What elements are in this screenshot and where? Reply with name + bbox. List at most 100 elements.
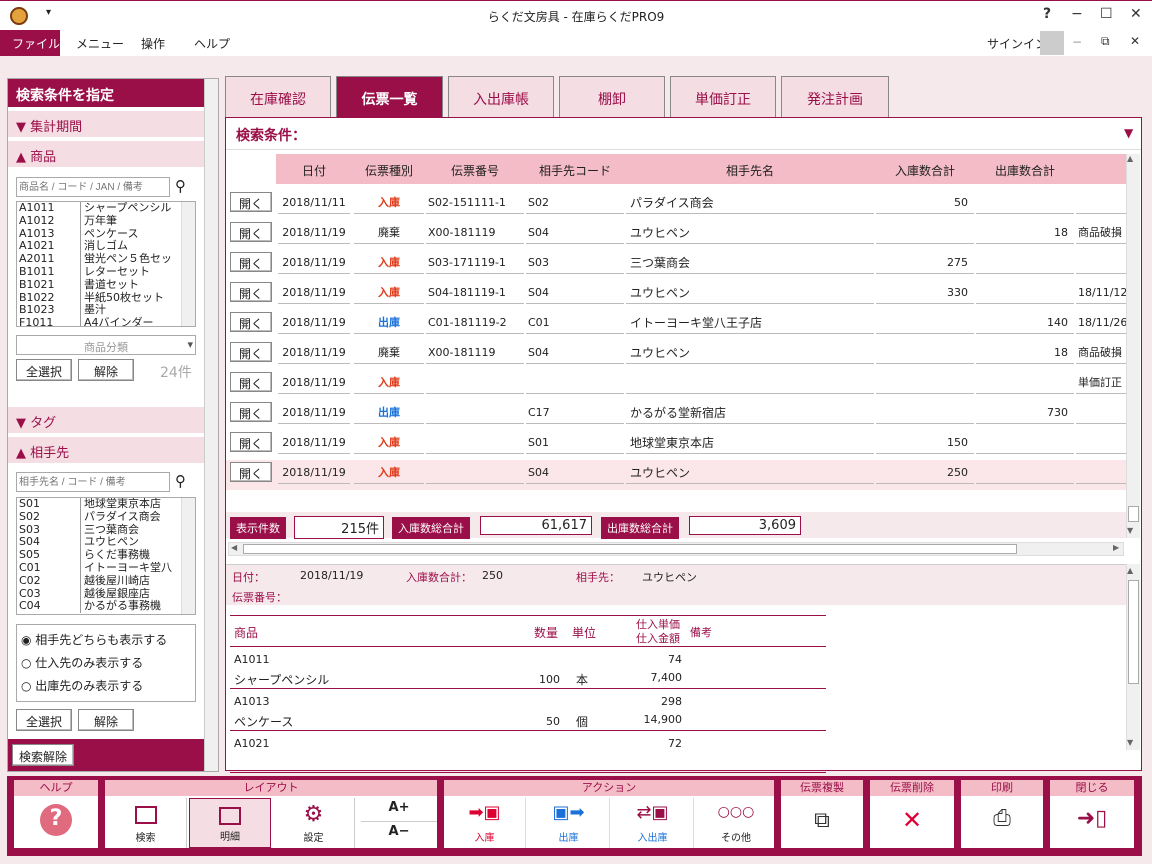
partner-list-item[interactable]: S02 パラダイス商会: [17, 510, 195, 524]
radio-customer[interactable]: ○ 出庫先のみ表示する: [21, 677, 143, 694]
product-list-scrollbar[interactable]: [181, 202, 195, 326]
partner-list[interactable]: S01 地球堂東京本店 S02 パラダイス商会 S03 三つ葉商会 S04 ユウヒペン S05 ら…: [16, 497, 196, 615]
minimize-button[interactable]: −: [1071, 6, 1083, 22]
grid-col-header[interactable]: 相手先名: [626, 162, 874, 179]
scroll-right-icon[interactable]: ▶: [1113, 543, 1119, 552]
partner-clear-button[interactable]: 解除: [78, 709, 134, 731]
grid-col-header[interactable]: 相手先コード: [526, 162, 624, 179]
tab-2[interactable]: 入出庫帳: [448, 76, 554, 117]
help-icon[interactable]: ?: [40, 804, 72, 836]
grid-col-header[interactable]: 伝票番号: [426, 162, 524, 179]
open-button[interactable]: 開く: [230, 372, 272, 392]
close-window-button[interactable]: ✕: [1130, 6, 1142, 22]
search-icon[interactable]: ⚲: [175, 472, 186, 490]
open-button[interactable]: 開く: [230, 342, 272, 362]
tab-0[interactable]: 在庫確認: [225, 76, 331, 117]
detail-line[interactable]: A1011 シャープペンシル 100 本 74 7,400: [230, 649, 826, 689]
open-button[interactable]: 開く: [230, 282, 272, 302]
menu-item-operation[interactable]: 操作: [141, 35, 165, 52]
grid-col-header[interactable]: 日付: [278, 162, 350, 179]
inout-button[interactable]: ⇄▣ 入出庫: [612, 798, 694, 848]
grid-col-header[interactable]: 入庫数合計: [876, 162, 974, 179]
other-button[interactable]: ○○○ その他: [696, 798, 776, 848]
open-button[interactable]: 開く: [230, 432, 272, 452]
tab-4[interactable]: 単価訂正: [670, 76, 776, 117]
scroll-down-icon[interactable]: ▼: [1127, 738, 1133, 747]
detail-line[interactable]: A1013 ペンケース 50 個 298 14,900: [230, 691, 826, 731]
open-button[interactable]: 開く: [230, 192, 272, 212]
grid-col-header[interactable]: 出庫数合計: [976, 162, 1074, 179]
scroll-left-icon[interactable]: ◀: [231, 543, 237, 552]
product-list-item[interactable]: B1021 書道セット: [17, 278, 195, 292]
open-button[interactable]: 開く: [230, 222, 272, 242]
out-button[interactable]: ▣➡ 出庫: [528, 798, 610, 848]
tab-3[interactable]: 棚卸: [559, 76, 665, 117]
table-row[interactable]: 開く 2018/11/11 入庫 S02-151111-1 S02 パラダイス商会 50: [226, 190, 1126, 220]
avatar[interactable]: [1040, 31, 1064, 55]
grid-hscroll[interactable]: ◀ ▶: [228, 542, 1124, 556]
table-row[interactable]: 開く 2018/11/19 入庫 単価訂正: [226, 370, 1126, 400]
section-tag[interactable]: ▼ タグ: [8, 407, 204, 433]
partner-list-scrollbar[interactable]: [181, 498, 195, 614]
section-product[interactable]: ▲ 商品: [8, 141, 204, 167]
search-condition-bar[interactable]: 検索条件： ▼: [226, 118, 1141, 150]
scroll-thumb[interactable]: [1128, 506, 1139, 522]
sidebar-scrollbar[interactable]: [204, 79, 218, 771]
product-list-item[interactable]: A1012 万年筆: [17, 214, 195, 228]
ribbon-close-icon[interactable]: ✕: [1130, 34, 1140, 48]
font-decrease-button[interactable]: A−: [361, 824, 437, 846]
copy-slip-icon[interactable]: ⧉: [814, 808, 830, 833]
tab-1[interactable]: 伝票一覧: [336, 76, 443, 117]
partner-list-item[interactable]: C01 イトーヨーキ堂八: [17, 561, 195, 575]
table-row[interactable]: 開く 2018/11/19 出庫 C01-181119-2 C01 イトーヨーキ堂八王子店…: [226, 310, 1126, 340]
detail-scroll-thumb[interactable]: [1128, 580, 1139, 684]
layout-detail-button[interactable]: 明細: [189, 798, 271, 848]
layout-search-button[interactable]: 検索: [105, 798, 187, 848]
printer-icon[interactable]: ⎙: [993, 806, 1011, 831]
partner-list-item[interactable]: C02 越後屋川崎店: [17, 574, 195, 588]
section-period[interactable]: ▼ 集計期間: [8, 111, 204, 137]
font-increase-button[interactable]: A+: [361, 800, 437, 822]
restore-icon[interactable]: ⧉: [1101, 34, 1110, 49]
product-list-item[interactable]: F1011 A4バインダー: [17, 316, 195, 326]
product-list-item[interactable]: B1011 レターセット: [17, 265, 195, 279]
in-button[interactable]: ➡▣ 入庫: [444, 798, 526, 848]
table-row[interactable]: 開く 2018/11/19 入庫 S03-171119-1 S03 三つ葉商会 275: [226, 250, 1126, 280]
search-icon[interactable]: ⚲: [175, 177, 186, 195]
section-partner[interactable]: ▲ 相手先: [8, 437, 204, 463]
menu-item-help[interactable]: ヘルプ: [194, 35, 230, 52]
scroll-down-icon[interactable]: ▼: [1127, 526, 1133, 535]
open-button[interactable]: 開く: [230, 402, 272, 422]
radio-supplier[interactable]: ○ 仕入先のみ表示する: [21, 654, 143, 671]
search-clear-button[interactable]: 検索解除: [12, 744, 74, 766]
radio-both[interactable]: ◉ 相手先どちらも表示する: [21, 631, 167, 648]
partner-search-input[interactable]: [16, 472, 170, 492]
product-clear-button[interactable]: 解除: [78, 359, 134, 381]
product-list[interactable]: A1011 シャープペンシル A1012 万年筆 A1013 ペンケース A1021 消しゴム…: [16, 201, 196, 327]
table-row[interactable]: 開く 2018/11/19 入庫 S04 ユウヒペン 250: [226, 460, 1126, 490]
settings-button[interactable]: ⚙ 設定: [273, 798, 355, 848]
ribbon-min-icon[interactable]: −: [1072, 35, 1082, 49]
grid-col-header[interactable]: 伝票種別: [354, 162, 424, 179]
grid-vscroll[interactable]: ▲ ▼: [1126, 154, 1140, 538]
table-row[interactable]: 開く 2018/11/19 出庫 C17 かるがる堂新宿店 730: [226, 400, 1126, 430]
partner-list-item[interactable]: C04 かるがる事務機: [17, 600, 195, 614]
chevron-down-icon[interactable]: ▼: [1124, 126, 1133, 140]
table-row[interactable]: 開く 2018/11/19 廃棄 X00-181119 S04 ユウヒペン 18 商品破損: [226, 220, 1126, 250]
detail-line[interactable]: A1021 72: [230, 733, 826, 773]
detail-vscroll[interactable]: ▲ ▼: [1126, 564, 1140, 750]
menu-item-menu[interactable]: メニュー: [76, 35, 124, 52]
partner-list-item[interactable]: S01 地球堂東京本店: [17, 498, 195, 511]
help-window-button[interactable]: ?: [1043, 6, 1051, 22]
signin-link[interactable]: サインイン: [987, 35, 1047, 52]
scroll-up-icon[interactable]: ▲: [1127, 566, 1133, 575]
open-button[interactable]: 開く: [230, 252, 272, 272]
hscroll-thumb[interactable]: [243, 544, 1017, 554]
tab-5[interactable]: 発注計画: [781, 76, 889, 117]
table-row[interactable]: 開く 2018/11/19 廃棄 X00-181119 S04 ユウヒペン 18 商品破損: [226, 340, 1126, 370]
category-select[interactable]: 商品分類 ▾: [16, 335, 196, 355]
product-search-input[interactable]: [16, 177, 170, 197]
table-row[interactable]: 開く 2018/11/19 入庫 S04-181119-1 S04 ユウヒペン 330 18/…: [226, 280, 1126, 310]
maximize-button[interactable]: ☐: [1100, 6, 1113, 22]
product-list-item[interactable]: A1011 シャープペンシル: [17, 202, 195, 215]
